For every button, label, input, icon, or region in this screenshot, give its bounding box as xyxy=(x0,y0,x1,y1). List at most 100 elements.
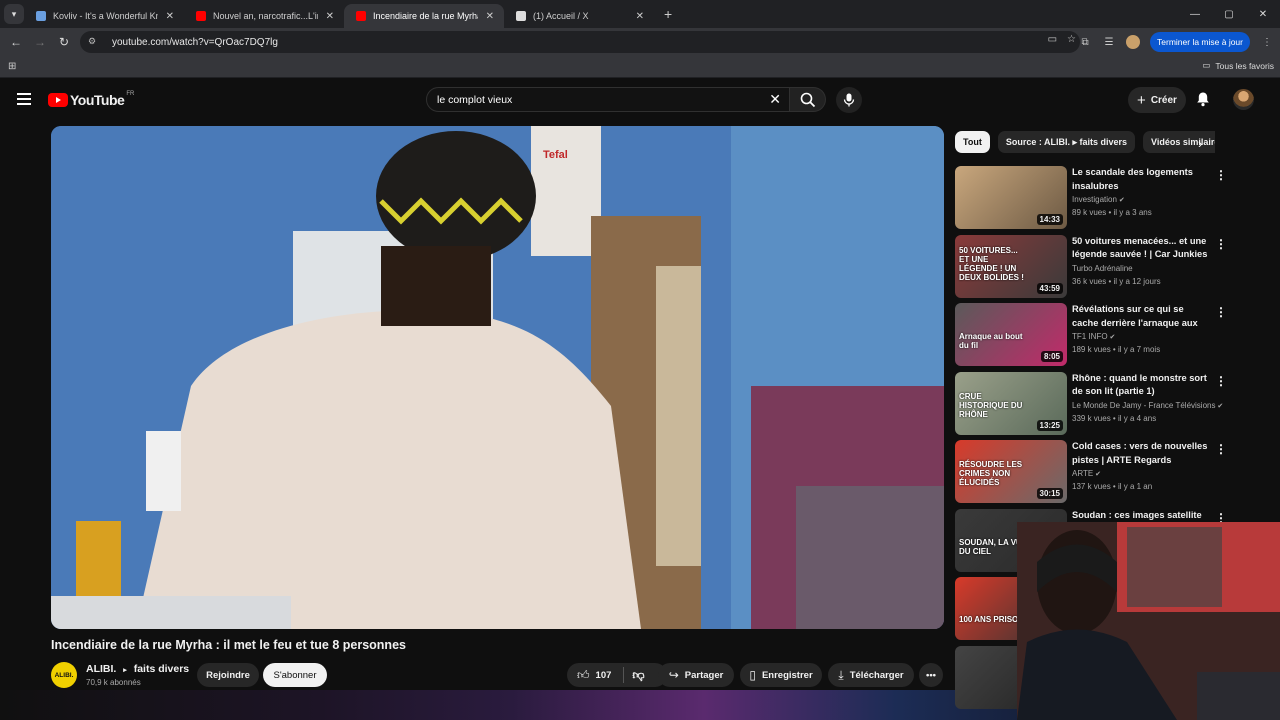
recommendation-title[interactable]: Rhône : quand le monstre sort de son lit… xyxy=(1072,372,1212,399)
recommendation-channel-line[interactable]: Le Monde De Jamy - France Télévisions ✔ xyxy=(1072,401,1223,410)
video-player[interactable]: Tefal xyxy=(51,126,944,629)
youtube-icon xyxy=(356,11,366,21)
reload-icon[interactable]: ↻ xyxy=(52,35,76,49)
recommendation-channel-line[interactable]: Turbo Adrénaline xyxy=(1072,264,1133,273)
recommendation-title[interactable]: Révélations sur ce qui se cache derrière… xyxy=(1072,303,1212,330)
recommendation-thumbnail[interactable]: Arnaque au bout du fil 8:05 xyxy=(955,303,1067,366)
clear-search-icon[interactable]: ✕ xyxy=(769,91,781,108)
recommendation-channel[interactable]: Investigation xyxy=(1072,195,1117,204)
more-vertical-icon[interactable]: ⋮ xyxy=(1215,442,1227,456)
recommendation-item[interactable]: 50 VOITURES... ET UNE LÉGENDE ! UN DEUX … xyxy=(955,234,1275,299)
thumbs-down-icon[interactable]: 👎︎ xyxy=(632,668,644,683)
meta-dot: • xyxy=(1106,208,1114,217)
channel-avatar[interactable]: ALIBI. xyxy=(51,662,77,688)
recommendation-channel[interactable]: Turbo Adrénaline xyxy=(1072,264,1133,273)
tab-title: Nouvel an, narcotrafic...L'interv xyxy=(213,11,318,21)
channel-name-line[interactable]: ALIBI. ▸ faits divers xyxy=(86,663,189,675)
bookmarks-bar: ⊞ ▭ Tous les favoris xyxy=(0,56,1280,78)
new-tab-button[interactable]: + xyxy=(664,6,672,22)
bookmark-star-icon[interactable]: ☆ xyxy=(1067,34,1076,45)
reading-list-icon[interactable]: ☰ xyxy=(1102,37,1116,48)
like-divider xyxy=(623,667,625,683)
extensions-icon[interactable]: ⧉ xyxy=(1078,37,1092,48)
tab-title: (1) Accueil / X xyxy=(533,11,589,21)
more-actions-button[interactable]: ••• xyxy=(919,663,943,687)
recommendation-channel-line[interactable]: Investigation ✔ xyxy=(1072,195,1125,204)
recommendation-channel-line[interactable]: ARTE ✔ xyxy=(1072,469,1101,478)
recommendation-thumbnail[interactable]: 50 VOITURES... ET UNE LÉGENDE ! UN DEUX … xyxy=(955,234,1067,298)
subscribe-button[interactable]: S'abonner xyxy=(263,663,327,687)
more-vertical-icon[interactable]: ⋮ xyxy=(1215,237,1227,251)
create-button[interactable]: + Créer xyxy=(1128,87,1186,113)
chevron-right-icon[interactable]: › xyxy=(1198,136,1202,151)
browser-tab[interactable]: (1) Accueil / X ✕ xyxy=(504,4,654,28)
filter-chip[interactable]: Source : ALIBI. ▸ faits divers xyxy=(997,131,1136,153)
address-bar[interactable]: ⚙ youtube.com/watch?v=QrOac7DQ7lg ▭ ☆ xyxy=(80,31,1080,53)
filter-chips: Tout Source : ALIBI. ▸ faits divers Vidéos… xyxy=(955,131,1215,153)
recommendation-item[interactable]: CRUE HISTORIQUE DU RHÔNE 13:25 Rhône : qua… xyxy=(955,371,1275,436)
create-label: Créer xyxy=(1150,94,1177,106)
recommendation-thumbnail[interactable]: CRUE HISTORIQUE DU RHÔNE 13:25 xyxy=(955,371,1067,435)
recommendation-meta: 89 k vues • il y a 3 ans xyxy=(1072,208,1152,217)
download-button[interactable]: ⤓ Télécharger xyxy=(828,663,914,687)
video-actions-row: ALIBI. ALIBI. ▸ faits divers 70,9 k abon… xyxy=(51,660,944,690)
notifications-button[interactable] xyxy=(1196,91,1210,112)
browser-menu-icon[interactable]: ⋮ xyxy=(1260,37,1274,48)
thumbnail-overlay-text: RÉSOUDRE LES CRIMES NON ÉLUCIDÉS xyxy=(959,460,1023,487)
recommendation-title[interactable]: Le scandale des logements insalubres xyxy=(1072,166,1212,193)
close-tab-icon[interactable]: ✕ xyxy=(486,11,494,22)
youtube-logo[interactable]: YouTube FR xyxy=(48,91,134,108)
recommendation-title[interactable]: Soudan : ces images satellite xyxy=(1072,509,1212,523)
recommendation-thumbnail[interactable]: RÉSOUDRE LES CRIMES NON ÉLUCIDÉS 30:15 xyxy=(955,440,1067,503)
more-vertical-icon[interactable]: ⋮ xyxy=(1215,305,1227,319)
recommendation-channel-line[interactable]: TF1 INFO ✔ xyxy=(1072,332,1115,341)
recommendation-meta: 339 k vues • il y a 4 ans xyxy=(1072,414,1156,423)
filter-chip[interactable]: Tout xyxy=(955,131,990,153)
like-count[interactable]: 107 xyxy=(596,670,612,681)
close-window-icon[interactable]: ✕ xyxy=(1246,9,1280,20)
browser-tab[interactable]: Nouvel an, narcotrafic...L'interv ✕ xyxy=(184,4,344,28)
update-button[interactable]: Terminer la mise à jour xyxy=(1150,32,1250,52)
search-button[interactable] xyxy=(790,87,826,112)
channel-name[interactable]: ALIBI. xyxy=(86,663,116,675)
forward-icon[interactable]: → xyxy=(28,35,52,49)
recommendation-item[interactable]: 14:33 Le scandale des logements insalubre… xyxy=(955,166,1275,230)
tab-search-button[interactable]: ▾ xyxy=(4,4,24,24)
back-icon[interactable]: ← xyxy=(4,35,28,49)
recommendation-item[interactable]: Arnaque au bout du fil 8:05 Révélations su… xyxy=(955,303,1275,367)
all-bookmarks-button[interactable]: ▭ Tous les favoris xyxy=(1202,60,1274,71)
recommendation-channel[interactable]: TF1 INFO xyxy=(1072,332,1108,341)
recommendation-thumbnail[interactable]: 14:33 xyxy=(955,166,1067,229)
recommendation-title[interactable]: Cold cases : vers de nouvelles pistes | … xyxy=(1072,440,1212,467)
cast-icon[interactable]: ▭ xyxy=(1048,34,1057,45)
like-dislike-group: 👍︎ 107 👎︎ xyxy=(567,663,667,687)
browser-tab[interactable]: Kovliv - It's a Wonderful Knife (✕ xyxy=(24,4,184,28)
more-vertical-icon[interactable]: ⋮ xyxy=(1215,374,1227,388)
recommendation-channel[interactable]: ARTE xyxy=(1072,469,1093,478)
more-horizontal-icon: ••• xyxy=(926,669,936,681)
browser-tab[interactable]: Incendiaire de la rue Myrha ✕ xyxy=(344,4,504,28)
filter-chip[interactable]: Vidéos similaires xyxy=(1143,131,1215,153)
voice-search-button[interactable] xyxy=(836,87,862,113)
profile-avatar[interactable] xyxy=(1126,35,1141,49)
apps-grid-icon[interactable]: ⊞ xyxy=(8,61,16,72)
recommendation-channel[interactable]: Le Monde De Jamy - France Télévisions xyxy=(1072,401,1215,410)
share-button[interactable]: ↪ Partager xyxy=(658,663,734,687)
thumbs-up-icon[interactable]: 👍︎ xyxy=(577,668,590,683)
recommendation-title[interactable]: 50 voitures menacées... et une légende s… xyxy=(1072,235,1212,262)
minimize-icon[interactable]: — xyxy=(1178,9,1212,20)
bell-icon xyxy=(1197,92,1209,107)
join-button[interactable]: Rejoindre xyxy=(197,663,259,687)
site-info-icon[interactable]: ⚙ xyxy=(88,36,102,48)
maximize-icon[interactable]: ▢ xyxy=(1212,9,1246,20)
close-tab-icon[interactable]: ✕ xyxy=(166,11,174,22)
more-vertical-icon[interactable]: ⋮ xyxy=(1215,168,1227,182)
menu-icon[interactable] xyxy=(17,93,31,108)
search-input[interactable]: le complot vieux ✕ xyxy=(426,87,790,112)
recommendation-item[interactable]: RÉSOUDRE LES CRIMES NON ÉLUCIDÉS 30:15 Col… xyxy=(955,440,1275,504)
save-button[interactable]: ▯ Enregistrer xyxy=(740,663,822,687)
account-avatar[interactable] xyxy=(1233,89,1254,110)
close-tab-icon[interactable]: ✕ xyxy=(636,11,644,22)
close-tab-icon[interactable]: ✕ xyxy=(326,11,334,22)
channel-playlist[interactable]: faits divers xyxy=(134,663,189,675)
